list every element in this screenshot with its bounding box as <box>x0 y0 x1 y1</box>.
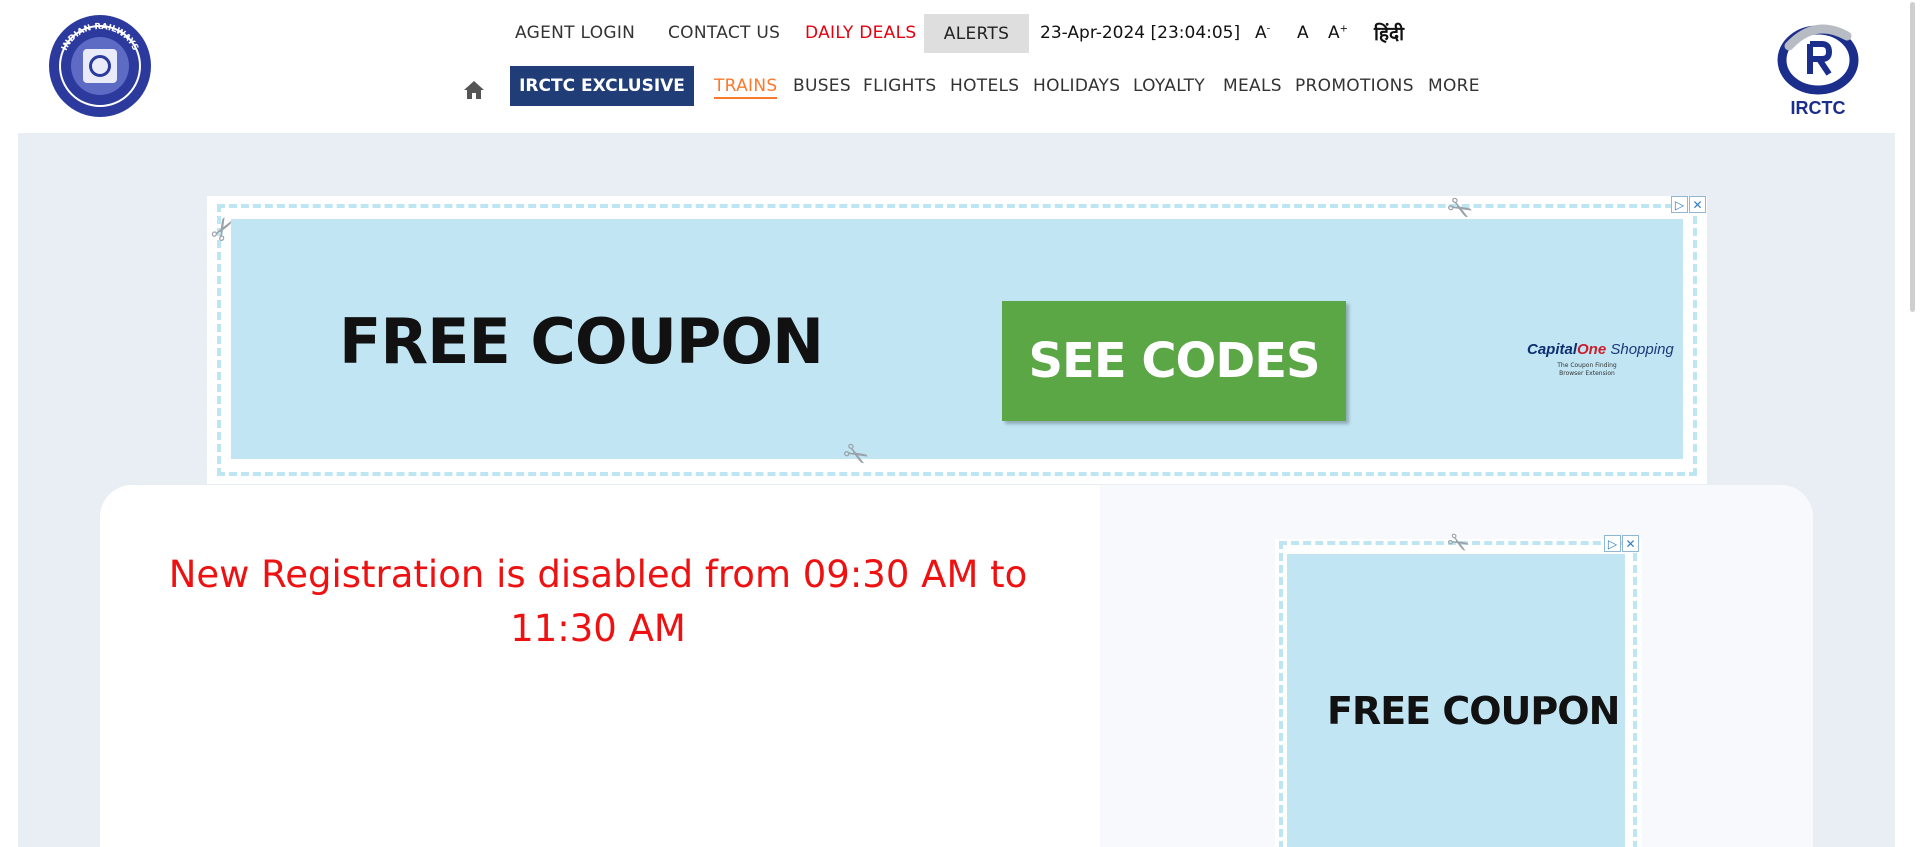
font-decrease-button[interactable]: A- <box>1255 23 1270 43</box>
agent-login-link[interactable]: AGENT LOGIN <box>515 23 635 43</box>
see-codes-button[interactable]: SEE CODES <box>1002 301 1346 421</box>
home-icon[interactable] <box>463 80 485 100</box>
contact-us-link[interactable]: CONTACT US <box>668 23 780 43</box>
registration-message-line1: New Registration is disabled from 09:30 … <box>168 553 1028 596</box>
daily-deals-link[interactable]: DAILY DEALS <box>805 23 916 43</box>
ad-brand-logo: CapitalOne Shopping <box>1527 341 1674 358</box>
hindi-language-link[interactable]: हिंदी <box>1374 20 1404 46</box>
page: INDIAN RAILWAYS AGENT LOGIN CONTACT US D… <box>0 0 1920 847</box>
svg-text:INDIAN RAILWAYS: INDIAN RAILWAYS <box>60 22 140 53</box>
font-increase-mark: + <box>1339 23 1349 35</box>
nav-holidays[interactable]: HOLIDAYS <box>1033 76 1120 96</box>
indian-railways-logo[interactable]: INDIAN RAILWAYS <box>49 15 151 117</box>
nav-trains[interactable]: TRAINS <box>714 76 778 99</box>
nav-buses[interactable]: BUSES <box>793 76 851 96</box>
font-decrease-mark: - <box>1266 23 1271 35</box>
font-decrease-label: A <box>1255 23 1267 43</box>
side-ad[interactable]: FREE COUPON ✂ ▷ ✕ <box>1275 526 1642 847</box>
ad-brand-rest: Shopping <box>1606 341 1674 358</box>
alerts-button[interactable]: ALERTS <box>924 14 1029 53</box>
logo-arc-text: INDIAN RAILWAYS <box>60 22 140 53</box>
font-increase-button[interactable]: A+ <box>1328 23 1348 43</box>
close-icon[interactable]: ✕ <box>1622 535 1639 552</box>
ad-brand-cap: Capital <box>1527 341 1578 358</box>
font-increase-label: A <box>1328 23 1340 43</box>
scrollbar-thumb[interactable] <box>1910 2 1915 312</box>
ad-choices-icon[interactable]: ▷ <box>1604 535 1621 552</box>
ad-brand-subtitle: The Coupon Finding Browser Extension <box>1557 362 1617 377</box>
nav-meals[interactable]: MEALS <box>1223 76 1282 96</box>
site-header: INDIAN RAILWAYS AGENT LOGIN CONTACT US D… <box>0 0 1895 133</box>
ad-brand-one: One <box>1577 341 1607 358</box>
nav-promotions[interactable]: PROMOTIONS <box>1295 76 1414 96</box>
registration-disabled-message: New Registration is disabled from 09:30 … <box>150 548 1046 656</box>
side-ad-headline: FREE COUPON <box>1327 689 1620 733</box>
ad-choices-icon[interactable]: ▷ <box>1671 196 1688 213</box>
irctc-logo-label: IRCTC <box>1790 98 1846 118</box>
font-normal-button[interactable]: A <box>1297 23 1309 43</box>
banner-ad[interactable]: FREE COUPON SEE CODES CapitalOne Shoppin… <box>202 188 1707 484</box>
irctc-exclusive-button[interactable]: IRCTC EXCLUSIVE <box>510 66 694 106</box>
nav-flights[interactable]: FLIGHTS <box>863 76 937 96</box>
current-datetime: 23-Apr-2024 [23:04:05] <box>1040 23 1241 43</box>
irctc-logo-mark <box>1777 24 1859 95</box>
ad-fill: FREE COUPON SEE CODES CapitalOne Shoppin… <box>231 219 1683 459</box>
nav-more[interactable]: MORE <box>1428 76 1480 96</box>
ad-headline: FREE COUPON <box>339 305 824 378</box>
nav-hotels[interactable]: HOTELS <box>950 76 1019 96</box>
close-icon[interactable]: ✕ <box>1689 196 1706 213</box>
irctc-logo[interactable]: IRCTC <box>1775 16 1861 120</box>
side-ad-fill: FREE COUPON <box>1287 554 1625 847</box>
registration-panel <box>100 485 1102 847</box>
nav-loyalty[interactable]: LOYALTY <box>1133 76 1205 96</box>
registration-message-line2: 11:30 AM <box>510 607 686 650</box>
